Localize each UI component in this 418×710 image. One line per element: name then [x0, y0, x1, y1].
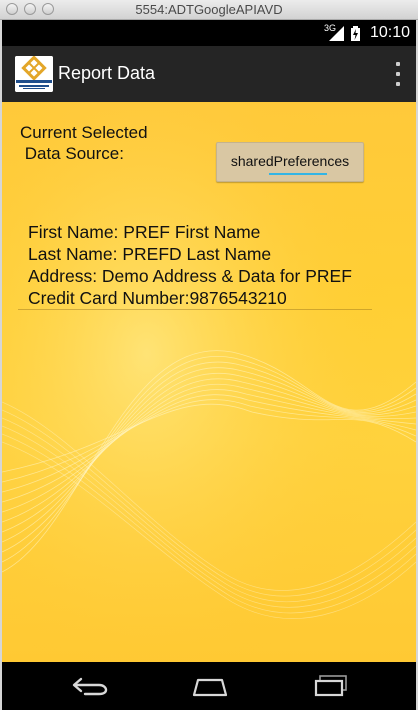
recent-apps-icon[interactable]: [310, 672, 354, 700]
report-details: First Name: PREF First Name Last Name: P…: [28, 221, 352, 309]
divider: [18, 309, 372, 310]
app-title: Report Data: [58, 63, 156, 83]
current-data-source-label: Current Selected Data Source:: [20, 122, 148, 164]
network-type: 3G: [323, 23, 336, 33]
action-bar: Report Data: [2, 46, 416, 102]
device-screen: 3G 10:10 Report Data Current Selected Da…: [2, 20, 416, 710]
window-title-bar: 5554:ADTGoogleAPIAVD: [0, 0, 418, 20]
credit-card-text: Credit Card Number:9876543210: [28, 288, 287, 308]
back-icon[interactable]: [68, 672, 112, 700]
data-source-value: sharedPreferences: [230, 153, 350, 169]
status-bar: 3G 10:10: [2, 20, 416, 46]
last-name-text: Last Name: PREFD Last Name: [28, 244, 272, 264]
spinner-focus-indicator: [269, 173, 327, 175]
university-logo[interactable]: [15, 56, 53, 92]
data-source-spinner[interactable]: sharedPreferences: [216, 142, 364, 182]
current-label-line2: Data Source:: [20, 144, 124, 163]
window-title: 5554:ADTGoogleAPIAVD: [135, 2, 283, 17]
address-text: Address: Demo Address & Data for PREF: [28, 266, 352, 286]
signal-icon: 3G: [323, 23, 345, 41]
overflow-menu-icon[interactable]: [394, 62, 402, 86]
home-icon[interactable]: [188, 672, 232, 700]
report-content: Current Selected Data Source: sharedPref…: [2, 102, 416, 662]
current-label-line1: Current Selected: [20, 123, 148, 142]
battery-icon: [350, 25, 360, 41]
first-name-text: First Name: PREF First Name: [28, 222, 261, 242]
status-time: 10:10: [369, 24, 410, 41]
wave-background: [2, 102, 416, 662]
navigation-bar: [2, 662, 416, 710]
